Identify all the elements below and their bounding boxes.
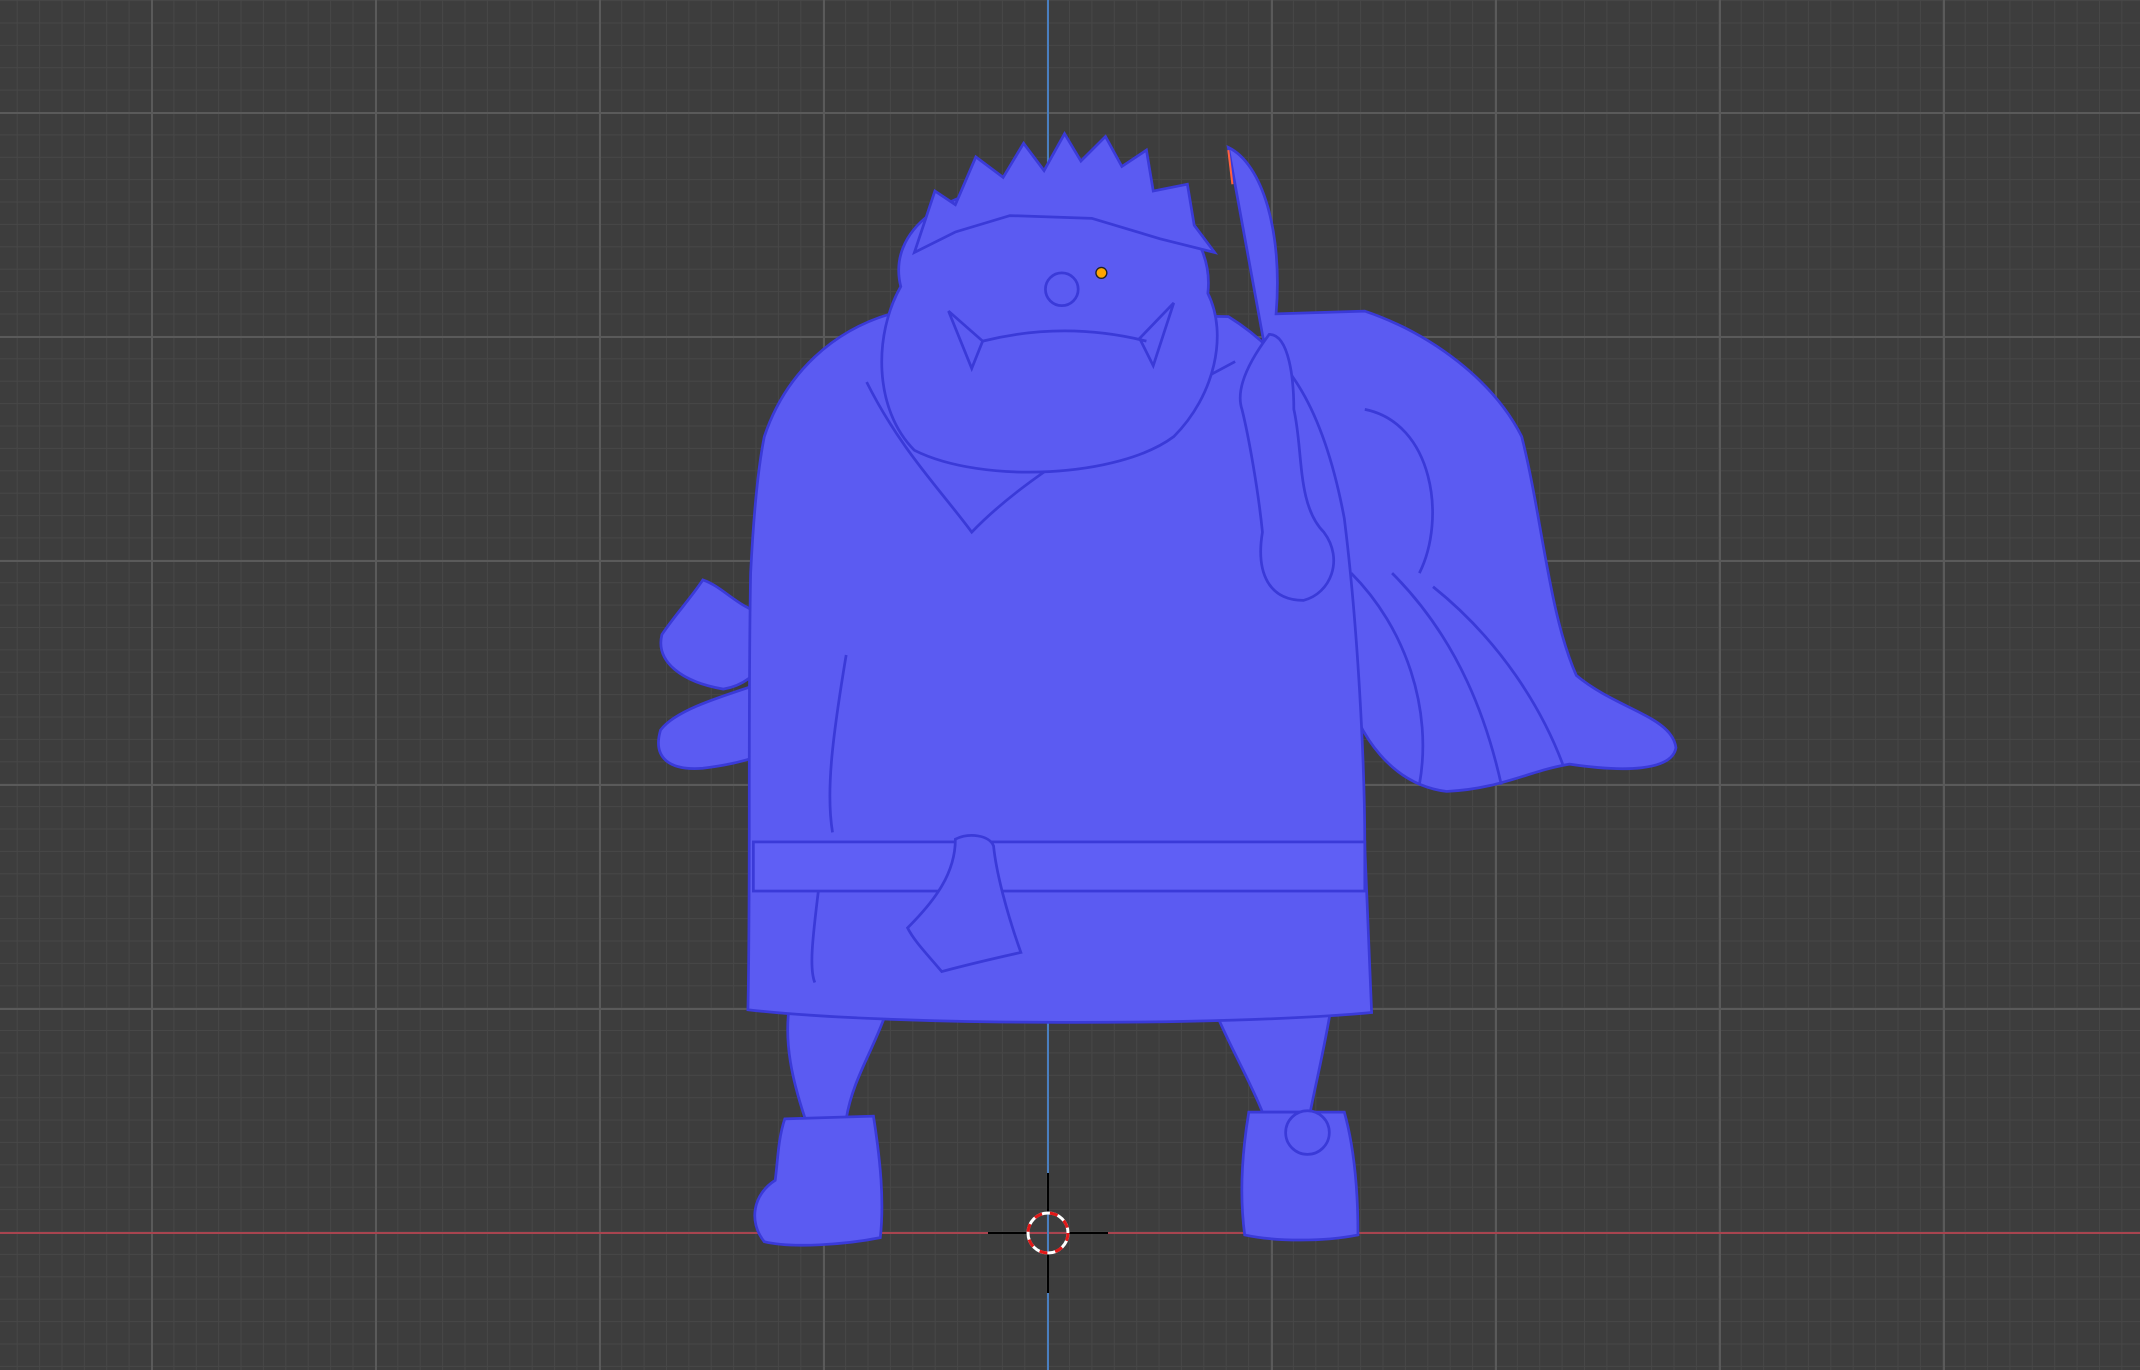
3d-cursor-icon[interactable]: [988, 1173, 1108, 1293]
model-belt: [752, 840, 1367, 893]
model-nose: [1044, 271, 1080, 308]
character-model[interactable]: [0, 0, 2140, 1370]
model-boot-ornament: [1284, 1109, 1331, 1156]
model-left-leg: [786, 1008, 890, 1121]
object-origin-icon: [1095, 266, 1108, 280]
model-left-boot: [753, 1114, 884, 1247]
3d-viewport[interactable]: [0, 0, 2140, 1370]
model-right-leg: [1212, 1008, 1333, 1114]
